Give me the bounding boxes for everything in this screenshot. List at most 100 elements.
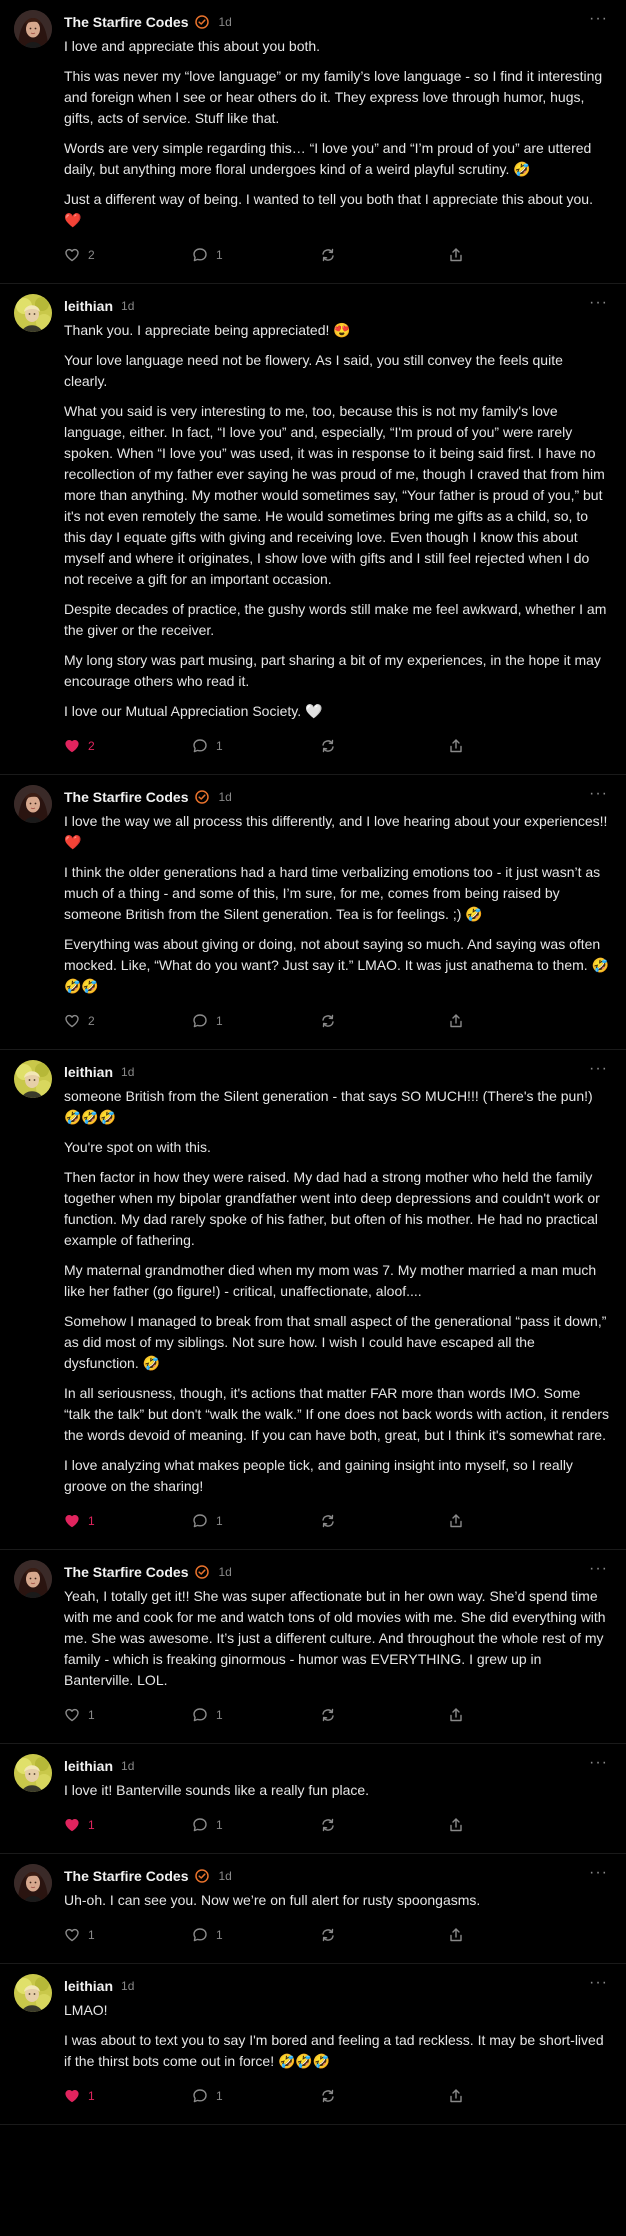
avatar-leithian[interactable] <box>14 1060 52 1098</box>
author-name[interactable]: The Starfire Codes <box>64 789 188 805</box>
share-button[interactable] <box>448 1817 464 1833</box>
author-name[interactable]: The Starfire Codes <box>64 1868 188 1884</box>
more-options-icon[interactable]: ··· <box>589 295 608 311</box>
comment-header: leithian 1d <box>64 1756 610 1776</box>
share-icon <box>448 1817 464 1833</box>
reply-button[interactable]: 1 <box>192 247 320 263</box>
comment-actions: 1 1 <box>64 1511 610 1531</box>
comment-actions: 1 1 <box>64 1705 610 1725</box>
share-icon <box>448 247 464 263</box>
like-button[interactable]: 2 <box>64 1013 192 1029</box>
reply-count: 1 <box>216 1514 223 1528</box>
reply-button[interactable]: 1 <box>192 1513 320 1529</box>
restack-button[interactable] <box>320 247 448 263</box>
heart-icon <box>64 1013 80 1029</box>
more-options-icon[interactable]: ··· <box>589 1865 608 1881</box>
share-button[interactable] <box>448 2088 464 2104</box>
more-options-icon[interactable]: ··· <box>589 1975 608 1991</box>
like-button[interactable]: 1 <box>64 1817 192 1833</box>
comment-paragraph: I love the way we all process this diffe… <box>64 813 608 850</box>
comment-actions: 2 1 <box>64 736 610 756</box>
restack-button[interactable] <box>320 1013 448 1029</box>
comment-paragraph: Then factor in how they were raised. My … <box>64 1169 600 1248</box>
share-icon <box>448 2088 464 2104</box>
author-name[interactable]: The Starfire Codes <box>64 14 188 30</box>
comment-paragraph: Just a different way of being. I wanted … <box>64 191 593 228</box>
like-button[interactable]: 1 <box>64 1513 192 1529</box>
share-button[interactable] <box>448 1513 464 1529</box>
comment-bubble-icon <box>192 1707 208 1723</box>
comment-paragraph: I love and appreciate this about you bot… <box>64 38 321 54</box>
avatar-starfire[interactable] <box>14 785 52 823</box>
share-button[interactable] <box>448 738 464 754</box>
restack-button[interactable] <box>320 1927 448 1943</box>
reply-button[interactable]: 1 <box>192 2088 320 2104</box>
avatar-starfire[interactable] <box>14 10 52 48</box>
comment-actions: 1 1 <box>64 1815 610 1835</box>
reply-button[interactable]: 1 <box>192 1817 320 1833</box>
comment-header: The Starfire Codes 1d <box>64 12 610 32</box>
like-button[interactable]: 2 <box>64 738 192 754</box>
restack-button[interactable] <box>320 1707 448 1723</box>
reply-button[interactable]: 1 <box>192 1013 320 1029</box>
verified-badge-icon <box>194 14 210 30</box>
share-button[interactable] <box>448 1927 464 1943</box>
like-count: 2 <box>88 248 95 262</box>
comment-header: The Starfire Codes 1d <box>64 787 610 807</box>
like-button[interactable]: 2 <box>64 247 192 263</box>
comment-bubble-icon <box>192 1013 208 1029</box>
like-button[interactable]: 1 <box>64 1707 192 1723</box>
timestamp: 1d <box>218 790 232 804</box>
timestamp: 1d <box>121 1979 135 1993</box>
more-options-icon[interactable]: ··· <box>589 1061 608 1077</box>
restack-icon <box>320 1013 336 1029</box>
comment-body: Yeah, I totally get it!! She was super a… <box>64 1586 610 1691</box>
share-button[interactable] <box>448 1013 464 1029</box>
heart-icon <box>64 1513 80 1529</box>
like-button[interactable]: 1 <box>64 2088 192 2104</box>
reply-button[interactable]: 1 <box>192 738 320 754</box>
more-options-icon[interactable]: ··· <box>589 11 608 27</box>
share-icon <box>448 1927 464 1943</box>
share-icon <box>448 1513 464 1529</box>
author-name[interactable]: leithian <box>64 298 113 314</box>
comment-paragraph: Your love language need not be flowery. … <box>64 352 563 389</box>
like-count: 1 <box>88 1514 95 1528</box>
comment-paragraph: Yeah, I totally get it!! She was super a… <box>64 1588 606 1688</box>
like-button[interactable]: 1 <box>64 1927 192 1943</box>
more-options-icon[interactable]: ··· <box>589 786 608 802</box>
restack-button[interactable] <box>320 1817 448 1833</box>
comment-body: I love the way we all process this diffe… <box>64 811 610 997</box>
avatar-leithian[interactable] <box>14 1974 52 2012</box>
author-name[interactable]: The Starfire Codes <box>64 1564 188 1580</box>
timestamp: 1d <box>121 299 135 313</box>
restack-button[interactable] <box>320 2088 448 2104</box>
comment-paragraph: someone British from the Silent generati… <box>64 1088 593 1125</box>
avatar-starfire[interactable] <box>14 1864 52 1902</box>
comment-header: leithian 1d <box>64 1062 610 1082</box>
share-button[interactable] <box>448 247 464 263</box>
comment-header: The Starfire Codes 1d <box>64 1866 610 1886</box>
author-name[interactable]: leithian <box>64 1978 113 1994</box>
reply-button[interactable]: 1 <box>192 1927 320 1943</box>
comment-body: I love it! Banterville sounds like a rea… <box>64 1780 610 1801</box>
share-button[interactable] <box>448 1707 464 1723</box>
comment-paragraph: Everything was about giving or doing, no… <box>64 936 609 994</box>
restack-button[interactable] <box>320 738 448 754</box>
comment-paragraph: What you said is very interesting to me,… <box>64 403 605 587</box>
comment-header: leithian 1d <box>64 1976 610 1996</box>
reply-count: 1 <box>216 1818 223 1832</box>
avatar-leithian[interactable] <box>14 294 52 332</box>
verified-badge-icon <box>194 789 210 805</box>
author-name[interactable]: leithian <box>64 1758 113 1774</box>
avatar-starfire[interactable] <box>14 1560 52 1598</box>
avatar-leithian[interactable] <box>14 1754 52 1792</box>
more-options-icon[interactable]: ··· <box>589 1755 608 1771</box>
reply-button[interactable]: 1 <box>192 1707 320 1723</box>
comment: leithian 1d ··· someone British from the… <box>0 1050 626 1550</box>
like-count: 1 <box>88 2089 95 2103</box>
author-name[interactable]: leithian <box>64 1064 113 1080</box>
restack-button[interactable] <box>320 1513 448 1529</box>
comment: leithian 1d ··· Thank you. I appreciate … <box>0 284 626 775</box>
more-options-icon[interactable]: ··· <box>589 1561 608 1577</box>
